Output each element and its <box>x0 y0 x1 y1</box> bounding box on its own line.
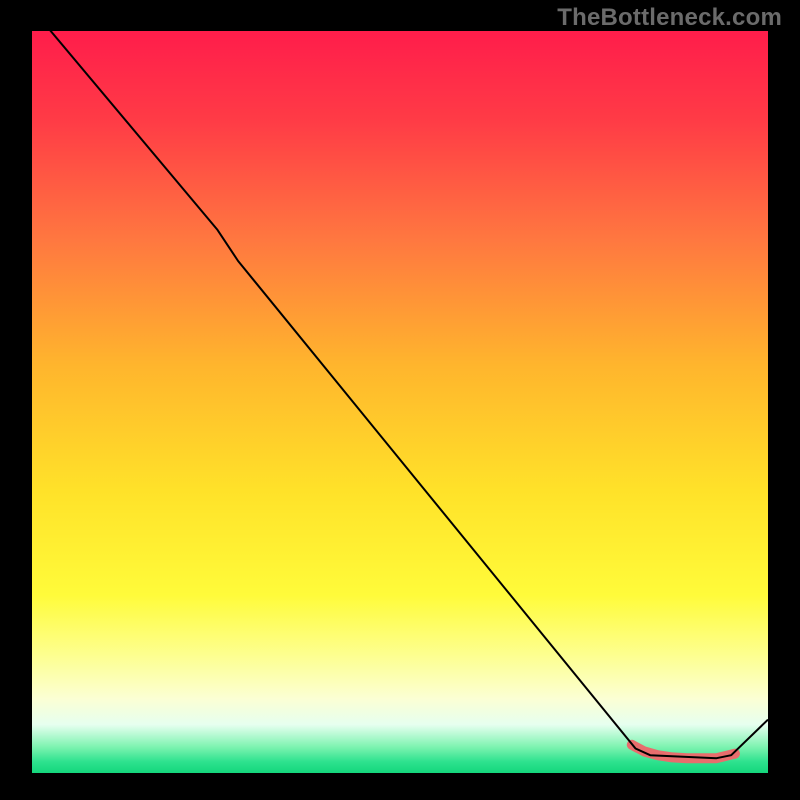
chart-background <box>32 31 768 773</box>
chart-svg <box>32 31 768 773</box>
watermark-text: TheBottleneck.com <box>557 4 782 32</box>
chart-frame: TheBottleneck.com <box>0 0 800 800</box>
chart-plot <box>32 31 768 773</box>
